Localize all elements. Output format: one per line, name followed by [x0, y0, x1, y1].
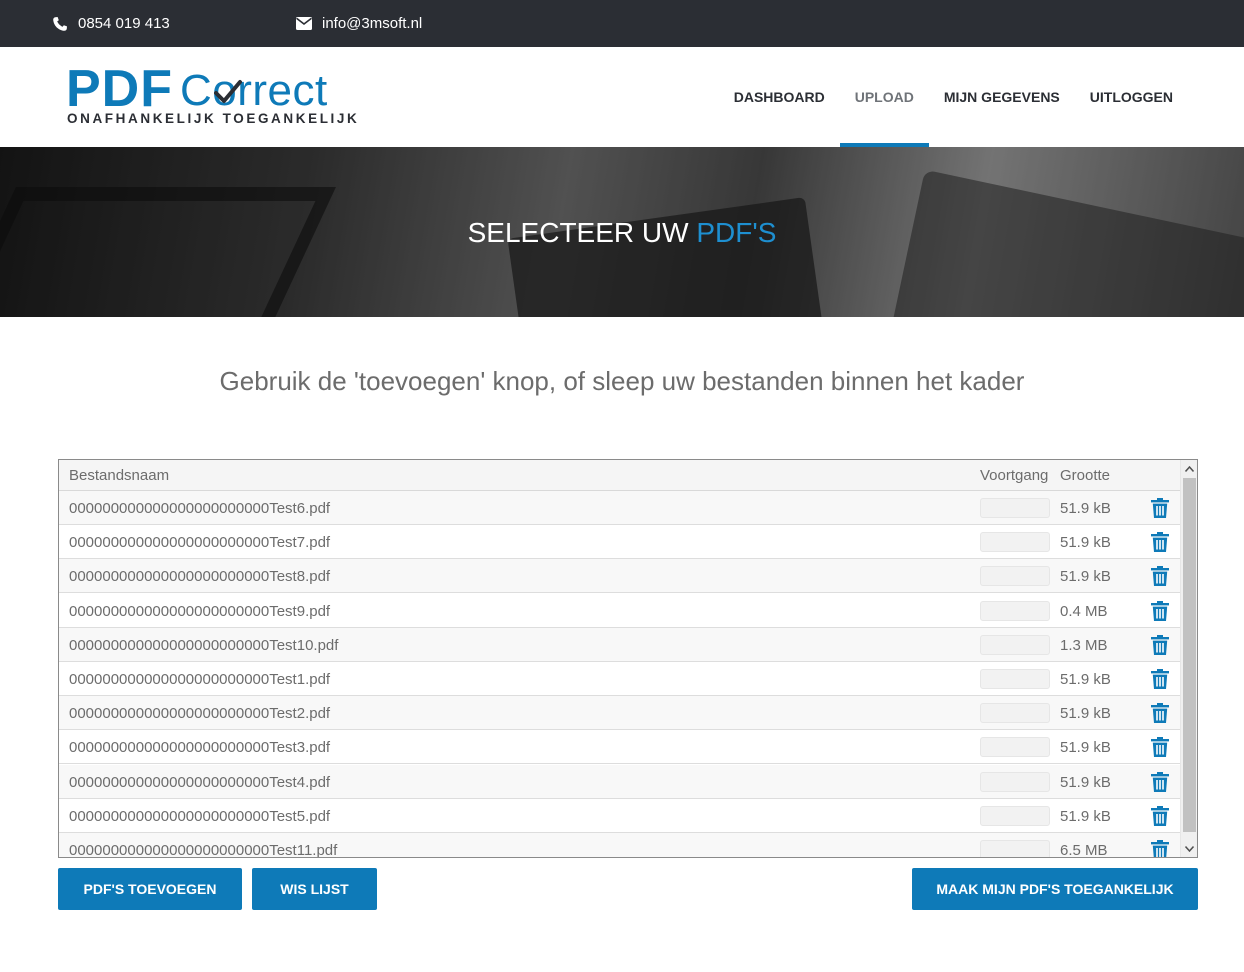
site-logo[interactable]: PDF Correct ONAFHANKELIJK TOEGANKELIJK	[66, 60, 357, 129]
upload-progress-bar	[980, 669, 1050, 689]
trash-icon[interactable]	[1151, 600, 1169, 625]
file-size: 51.9 kB	[1060, 671, 1111, 688]
trash-icon[interactable]	[1151, 634, 1169, 659]
logo-tagline: ONAFHANKELIJK TOEGANKELIJK	[67, 111, 360, 126]
file-size: 51.9 kB	[1060, 807, 1111, 825]
file-size: 1.3 MB	[1060, 636, 1108, 654]
nav-item-dashboard[interactable]: DASHBOARD	[719, 47, 840, 147]
file-name: 000000000000000000000000Test11.pdf	[69, 842, 338, 858]
table-row: 000000000000000000000000Test4.pdf 51.9 kB	[59, 764, 1181, 799]
trash-icon[interactable]	[1151, 703, 1169, 727]
nav-item-upload[interactable]: UPLOAD	[839, 47, 929, 147]
column-header-filename: Bestandsnaam	[69, 467, 170, 484]
page-title-accent: PDF'S	[696, 217, 777, 248]
upload-instructions: Gebruik de 'toevoegen' knop, of sleep uw…	[219, 366, 1025, 396]
contact-bar: 0854 019 413 info@3msoft.nl	[0, 0, 1244, 47]
upload-progress-bar	[980, 566, 1050, 587]
table-row: 000000000000000000000000Test2.pdf 51.9 kB	[59, 696, 1181, 731]
table-header: Bestandsnaam Voortgang Grootte	[59, 460, 1181, 491]
trash-icon[interactable]	[1151, 737, 1169, 761]
logo-check-icon	[214, 80, 242, 103]
upload-progress-bar	[980, 498, 1050, 518]
table-row: 000000000000000000000000Test9.pdf 0.4 MB	[59, 594, 1181, 628]
scroll-down-arrow-icon[interactable]	[1181, 840, 1197, 857]
email-contact[interactable]: info@3msoft.nl	[296, 0, 422, 47]
phone-icon	[52, 16, 68, 32]
upload-progress-bar	[980, 703, 1050, 724]
file-name: 000000000000000000000000Test4.pdf	[69, 773, 331, 791]
file-name: 000000000000000000000000Test8.pdf	[69, 568, 331, 586]
email-address: info@3msoft.nl	[322, 15, 423, 32]
scroll-up-arrow-icon[interactable]	[1181, 460, 1197, 477]
trash-icon[interactable]	[1151, 805, 1169, 830]
file-size: 51.9 kB	[1060, 568, 1111, 586]
upload-progress-bar	[980, 737, 1050, 758]
table-row: 000000000000000000000000Test7.pdf 51.9 kB	[59, 525, 1181, 560]
hero-banner: SELECTEER UW PDF'S	[0, 147, 1244, 317]
trash-icon[interactable]	[1151, 771, 1169, 796]
table-row: 000000000000000000000000Test3.pdf 51.9 kB	[59, 730, 1181, 765]
logo-pdf-text: PDF	[66, 60, 173, 118]
clear-list-button[interactable]: WIS LIJST	[252, 868, 377, 910]
table-row: 000000000000000000000000Test10.pdf 1.3 MB	[59, 627, 1181, 662]
logo-correct-text: Correct	[180, 66, 328, 115]
table-row: 000000000000000000000000Test8.pdf 51.9 kB	[59, 559, 1181, 594]
file-name: 000000000000000000000000Test3.pdf	[69, 739, 331, 757]
nav-item-uitloggen[interactable]: UITLOGGEN	[1075, 47, 1188, 147]
file-size: 51.9 kB	[1060, 705, 1111, 723]
scrollbar-thumb[interactable]	[1183, 478, 1196, 832]
upload-progress-bar	[980, 634, 1050, 655]
page-title: SELECTEER UW PDF'S	[0, 217, 1244, 249]
upload-progress-bar	[980, 600, 1050, 621]
phone-number: 0854 019 413	[78, 15, 170, 32]
file-name: 000000000000000000000000Test9.pdf	[69, 602, 331, 620]
file-name: 000000000000000000000000Test2.pdf	[69, 705, 331, 723]
file-name: 000000000000000000000000Test1.pdf	[69, 671, 331, 688]
file-name: 000000000000000000000000Test10.pdf	[69, 636, 339, 654]
file-size: 51.9 kB	[1060, 500, 1111, 517]
file-size: 51.9 kB	[1060, 739, 1111, 757]
file-size: 51.9 kB	[1060, 773, 1111, 791]
table-row: 000000000000000000000000Test5.pdf 51.9 kB	[59, 799, 1181, 833]
site-header: PDF Correct ONAFHANKELIJK TOEGANKELIJK D…	[0, 47, 1244, 147]
make-accessible-button[interactable]: MAAK MIJN PDF'S TOEGANKELIJK	[912, 868, 1198, 910]
table-row: 000000000000000000000000Test11.pdf 6.5 MB	[59, 833, 1181, 858]
add-pdfs-button[interactable]: PDF'S TOEVOEGEN	[58, 868, 242, 910]
file-size: 51.9 kB	[1060, 534, 1111, 552]
trash-icon[interactable]	[1151, 498, 1169, 522]
file-size: 6.5 MB	[1060, 842, 1108, 858]
envelope-icon	[296, 17, 312, 30]
column-header-progress: Voortgang	[980, 467, 1049, 484]
file-name: 000000000000000000000000Test7.pdf	[69, 534, 331, 552]
file-name: 000000000000000000000000Test6.pdf	[69, 500, 331, 517]
main-nav: DASHBOARD UPLOAD MIJN GEGEVENS UITLOGGEN	[719, 47, 1188, 147]
upload-progress-bar	[980, 771, 1050, 792]
column-header-size: Grootte	[1060, 467, 1111, 484]
trash-icon[interactable]	[1151, 669, 1169, 693]
nav-item-mijn-gegevens[interactable]: MIJN GEGEVENS	[929, 47, 1075, 147]
phone-contact[interactable]: 0854 019 413	[52, 0, 170, 47]
upload-progress-bar	[980, 805, 1050, 826]
table-row: 000000000000000000000000Test1.pdf 51.9 kB	[59, 662, 1181, 696]
upload-progress-bar	[980, 532, 1050, 553]
file-list-scrollbar[interactable]	[1180, 460, 1197, 857]
file-name: 000000000000000000000000Test5.pdf	[69, 807, 331, 825]
table-row: 000000000000000000000000Test6.pdf 51.9 kB	[59, 491, 1181, 525]
trash-icon[interactable]	[1151, 532, 1169, 556]
trash-icon[interactable]	[1151, 566, 1169, 590]
file-size: 0.4 MB	[1060, 602, 1108, 620]
file-drop-zone[interactable]: Bestandsnaam Voortgang Grootte 000000000…	[58, 459, 1198, 858]
page-title-main: SELECTEER UW	[467, 217, 689, 248]
upload-progress-bar	[980, 840, 1050, 857]
trash-icon[interactable]	[1151, 840, 1169, 857]
